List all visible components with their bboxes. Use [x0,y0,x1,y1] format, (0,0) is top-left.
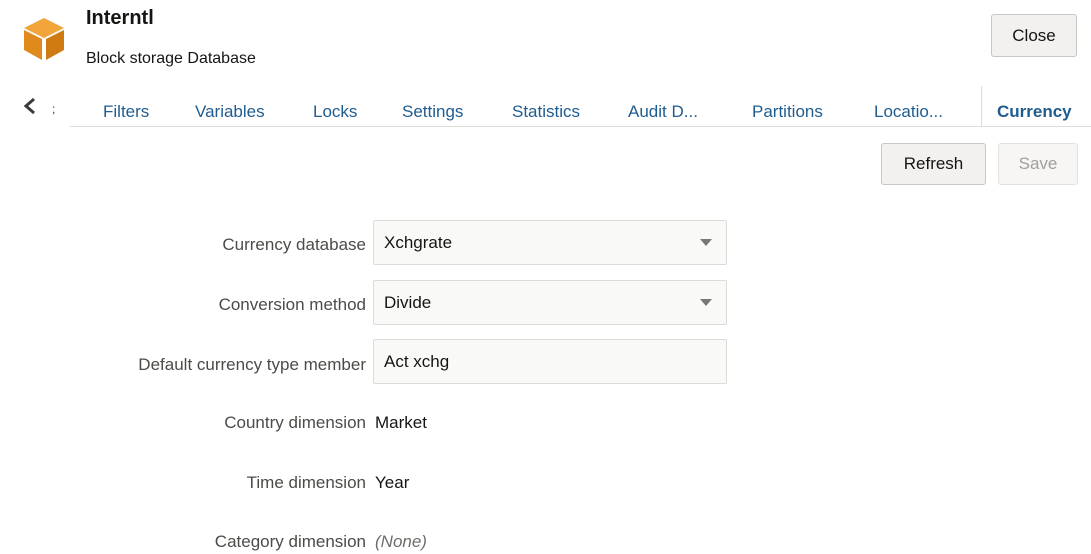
tab-variables[interactable]: Variables [195,102,265,124]
default-currency-type-member-label: Default currency type member [138,355,366,374]
tab-partitions[interactable]: Partitions [752,102,823,124]
conversion-method-label: Conversion method [218,295,366,314]
database-title: Interntl [86,7,154,29]
time-dimension-label: Time dimension [246,473,366,492]
tabs-underline [70,126,1091,127]
currency-database-value: Xchgrate [384,232,453,252]
previous-tabs-chevron-left-icon[interactable] [20,95,42,117]
tab-locks[interactable]: Locks [313,102,357,124]
country-dimension-label: Country dimension [224,413,366,432]
category-dimension-label: Category dimension [214,532,366,551]
tab-audit-data[interactable]: Audit D... [628,102,698,124]
dropdown-arrow-icon [700,239,712,246]
close-button[interactable]: Close [991,14,1077,57]
database-type-subtitle: Block storage Database [86,50,256,67]
currency-settings-page: Interntl Block storage Database Close ; … [0,0,1091,554]
conversion-method-value: Divide [384,292,432,312]
category-dimension-value: (None) [375,532,427,551]
tab-locations[interactable]: Locatio... [874,102,943,124]
refresh-button[interactable]: Refresh [881,143,986,185]
tab-statistics[interactable]: Statistics [512,102,580,124]
conversion-method-select[interactable]: Divide [373,280,727,325]
country-dimension-value: Market [375,413,427,432]
dropdown-arrow-icon [700,299,712,306]
hidden-tab-fragment: ; [52,102,56,116]
default-currency-type-member-input[interactable]: Act xchg [373,339,727,384]
currency-database-select[interactable]: Xchgrate [373,220,727,265]
tab-currency[interactable]: Currency [997,102,1091,124]
time-dimension-value: Year [375,473,410,492]
save-button[interactable]: Save [998,143,1078,185]
currency-database-label: Currency database [222,235,366,254]
tab-divider [981,86,982,126]
database-cube-icon [20,14,68,62]
tab-filters[interactable]: Filters [103,102,149,124]
default-currency-type-member-value: Act xchg [384,351,450,371]
tab-settings[interactable]: Settings [402,102,463,124]
